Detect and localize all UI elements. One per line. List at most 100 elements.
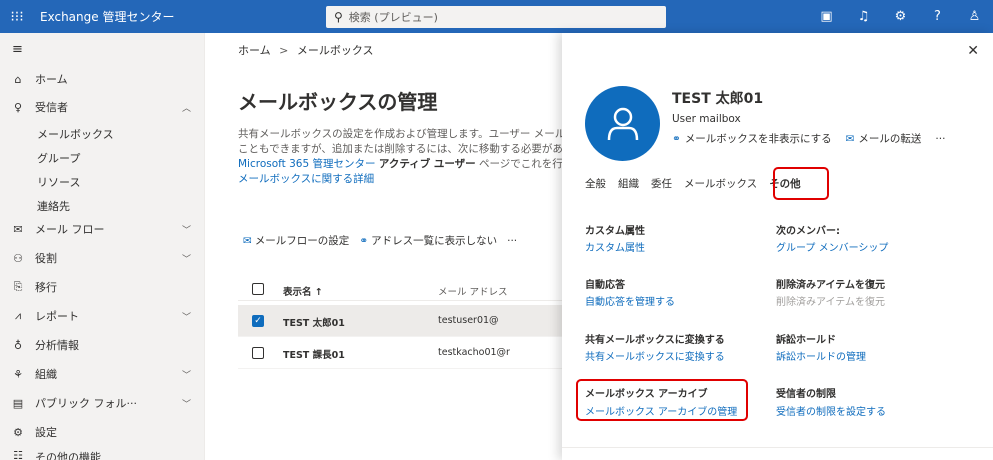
hamburger-icon[interactable]: ≡ bbox=[12, 42, 23, 57]
hide-icon: ⚭ bbox=[359, 235, 369, 247]
panel-tabs: 全般 組織 委任 メールボックス その他 bbox=[585, 176, 801, 191]
nav-label: レポート bbox=[35, 310, 79, 323]
tab-mailbox[interactable]: メールボックス bbox=[684, 176, 757, 191]
tab-delegation[interactable]: 委任 bbox=[651, 176, 672, 191]
close-icon[interactable]: ✕ bbox=[967, 43, 979, 59]
table-header: 表示名 ↑ メール アドレス bbox=[238, 277, 562, 301]
top-bar: ⁝⁝⁝ Exchange 管理センター ⚲ 検索 (プレビュー) ▣ ♫ ⚙ ?… bbox=[0, 0, 993, 33]
app-name[interactable]: Exchange 管理センター bbox=[40, 8, 174, 25]
recipient-limits-link[interactable]: 受信者の制限を設定する bbox=[776, 403, 886, 418]
top-icons: ▣ ♫ ⚙ ? ♙ bbox=[808, 0, 993, 33]
more-actions-button[interactable]: ··· bbox=[935, 133, 945, 145]
forward-mail-button[interactable]: ✉ メールの転送 bbox=[846, 131, 922, 146]
bell-icon[interactable]: ♫ bbox=[845, 9, 882, 24]
terminal-icon[interactable]: ▣ bbox=[808, 9, 845, 24]
nav-sub-resources[interactable]: リソース bbox=[37, 174, 80, 190]
migration-icon: ⎘ bbox=[13, 280, 23, 293]
nav-item-organization[interactable]: ⚘ 組織 ﹀ bbox=[0, 362, 205, 386]
nav-label: 役割 bbox=[35, 252, 57, 265]
nav-item-insights[interactable]: ♁ 分析情報 bbox=[0, 333, 205, 357]
table-row[interactable]: ✓ TEST 太郎01 testuser01@ bbox=[238, 305, 562, 337]
search-placeholder: 検索 (プレビュー) bbox=[348, 11, 438, 24]
gear-icon[interactable]: ⚙ bbox=[882, 9, 919, 24]
nav-label: ホーム bbox=[35, 73, 68, 86]
select-all-checkbox[interactable] bbox=[252, 283, 264, 295]
panel-divider bbox=[562, 447, 993, 448]
nav-item-reports[interactable]: ⩘ レポート ﹀ bbox=[0, 304, 205, 328]
litigation-hold-link[interactable]: 訴訟ホールドの管理 bbox=[776, 348, 866, 363]
mailbox-type: User mailbox bbox=[672, 113, 741, 125]
nav-label: メール フロー bbox=[35, 223, 105, 236]
app-launcher-icon[interactable]: ⁝⁝⁝ bbox=[0, 0, 34, 33]
nav-item-mailflow[interactable]: ✉ メール フロー ﹀ bbox=[0, 217, 205, 241]
nav-item-roles[interactable]: ⚇ 役割 ﹀ bbox=[0, 246, 205, 270]
search-box[interactable]: ⚲ 検索 (プレビュー) bbox=[326, 6, 666, 28]
mail-icon: ✉ bbox=[13, 222, 23, 236]
chevron-down-icon: ﹀ bbox=[181, 399, 191, 410]
nav-item-settings[interactable]: ⚙ 設定 bbox=[0, 420, 205, 444]
home-icon: ⌂ bbox=[14, 72, 22, 86]
column-email[interactable]: メール アドレス bbox=[438, 284, 508, 298]
nav-item-home[interactable]: ⌂ ホーム bbox=[0, 67, 205, 91]
page-description: 共有メールボックスの設定を作成および管理します。ユーザー メールボ こともできま… bbox=[238, 127, 562, 187]
nav-sub-groups[interactable]: グループ bbox=[37, 150, 80, 166]
table-row[interactable]: TEST 課長01 testkacho01@r bbox=[238, 337, 562, 369]
nav-sub-mailbox[interactable]: メールボックス bbox=[37, 126, 114, 142]
main-content: ホーム > メールボックス メールボックスの管理 共有メールボックスの設定を作成… bbox=[205, 33, 562, 460]
nav-label: 移行 bbox=[35, 281, 57, 294]
button-label: メールフローの設定 bbox=[254, 235, 350, 247]
row-display-name[interactable]: TEST 課長01 bbox=[283, 347, 345, 361]
search-icon: ⚲ bbox=[334, 10, 343, 24]
custom-attributes-link[interactable]: カスタム属性 bbox=[585, 239, 645, 254]
mailflow-settings-button[interactable]: ✉ メールフローの設定 bbox=[243, 233, 349, 248]
convert-shared-link[interactable]: 共有メールボックスに変換する bbox=[585, 348, 725, 363]
row-checkbox[interactable]: ✓ bbox=[252, 315, 264, 327]
nav-sub-contacts[interactable]: 連絡先 bbox=[37, 198, 70, 214]
chart-icon: ⩘ bbox=[14, 309, 22, 322]
nav-item-public-folders[interactable]: ▤ パブリック フォル··· ﹀ bbox=[0, 391, 205, 415]
button-label: メールボックスを非表示にする bbox=[684, 133, 832, 145]
nav-label: 分析情報 bbox=[35, 339, 79, 352]
tab-general[interactable]: 全般 bbox=[585, 176, 606, 191]
row-display-name[interactable]: TEST 太郎01 bbox=[283, 315, 345, 329]
chevron-down-icon: ﹀ bbox=[181, 254, 191, 265]
breadcrumb-separator: > bbox=[279, 44, 289, 57]
nav-item-recipients[interactable]: ♀ 受信者 ︿ bbox=[0, 95, 205, 119]
org-icon: ⚘ bbox=[13, 367, 23, 381]
person-icon bbox=[607, 107, 638, 140]
highlight-box-tab bbox=[773, 167, 829, 200]
group-membership-link[interactable]: グループ メンバーシップ bbox=[776, 239, 888, 254]
nav-item-other[interactable]: ☷ その他の機能 bbox=[0, 449, 205, 460]
column-display-name[interactable]: 表示名 ↑ bbox=[283, 284, 323, 298]
toolbar: ✉ メールフローの設定 ⚭ アドレス一覧に表示しない ··· bbox=[243, 233, 517, 248]
nav-label: 設定 bbox=[35, 426, 57, 439]
row-checkbox[interactable] bbox=[252, 347, 264, 359]
hide-mailbox-button[interactable]: ⚭ メールボックスを非表示にする bbox=[672, 131, 832, 146]
nav-label: 受信者 bbox=[35, 101, 68, 114]
grid-icon: ☷ bbox=[13, 449, 23, 460]
m365-admin-link[interactable]: Microsoft 365 管理センター bbox=[238, 158, 376, 170]
section-title-recipient-limits: 受信者の制限 bbox=[776, 389, 836, 400]
breadcrumb-home[interactable]: ホーム bbox=[238, 44, 271, 57]
tab-organization[interactable]: 組織 bbox=[618, 176, 639, 191]
nav-item-migration[interactable]: ⎘ 移行 bbox=[0, 275, 205, 299]
row-email: testkacho01@r bbox=[438, 347, 510, 358]
settings-icon: ⚙ bbox=[13, 425, 23, 439]
auto-reply-link[interactable]: 自動応答を管理する bbox=[585, 293, 675, 308]
nav-label: パブリック フォル··· bbox=[35, 397, 137, 410]
hide-address-list-button[interactable]: ⚭ アドレス一覧に表示しない bbox=[359, 233, 497, 248]
chevron-up-icon: ︿ bbox=[181, 103, 191, 114]
person-icon: ♀ bbox=[13, 100, 23, 114]
chevron-down-icon: ﹀ bbox=[181, 370, 191, 381]
button-label: メールの転送 bbox=[858, 133, 922, 145]
mail-settings-icon: ✉ bbox=[243, 235, 252, 247]
more-actions-button[interactable]: ··· bbox=[507, 235, 517, 247]
chevron-down-icon: ﹀ bbox=[181, 312, 191, 323]
mailbox-details-link[interactable]: メールボックスに関する詳細 bbox=[238, 172, 562, 187]
page-title: メールボックスの管理 bbox=[238, 90, 438, 114]
breadcrumb-current: メールボックス bbox=[296, 44, 374, 57]
account-icon[interactable]: ♙ bbox=[956, 9, 993, 24]
desc-tail: ページでこれを行う bbox=[478, 158, 562, 170]
help-icon[interactable]: ? bbox=[919, 9, 956, 24]
section-title-custom-attributes: カスタム属性 bbox=[585, 226, 645, 237]
